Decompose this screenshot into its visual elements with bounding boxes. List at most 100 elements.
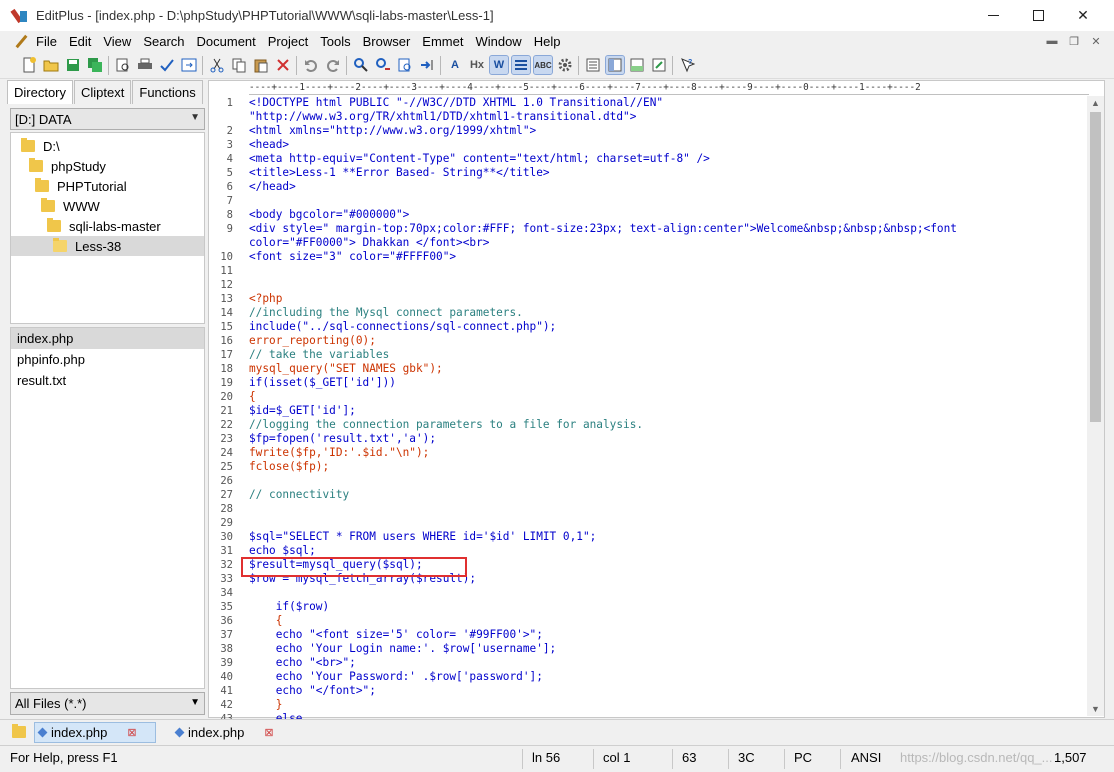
copy-icon[interactable] — [230, 56, 248, 74]
scroll-down-icon[interactable]: ▼ — [1091, 704, 1100, 714]
code-line[interactable]: color="#FF0000"> Dhakkan </font><br> — [249, 236, 489, 250]
cliptext-icon[interactable] — [584, 56, 602, 74]
menu-help[interactable]: Help — [528, 34, 567, 49]
drive-select[interactable]: [D:] DATA ▼ — [10, 108, 205, 130]
code-line[interactable]: fclose($fp); — [249, 460, 329, 474]
code-line[interactable]: mysql_query("SET NAMES gbk"); — [249, 362, 443, 376]
close-tab-icon[interactable]: ⊠ — [127, 726, 136, 739]
tree-item[interactable]: sqli-labs-master — [47, 216, 161, 236]
code-line[interactable]: { — [249, 390, 256, 404]
html-toolbar-icon[interactable]: Hx — [468, 56, 486, 74]
code-line[interactable]: error_reporting(0); — [249, 334, 376, 348]
code-editor[interactable]: ----+----1----+----2----+----3----+----4… — [208, 80, 1105, 725]
menu-edit[interactable]: Edit — [63, 34, 97, 49]
close-button[interactable]: ✕ — [1060, 0, 1106, 31]
maximize-button[interactable] — [1015, 0, 1061, 31]
code-line[interactable]: } — [249, 698, 283, 712]
tab-directory[interactable]: Directory — [7, 80, 74, 104]
tree-item-selected[interactable]: Less-38 — [11, 236, 204, 256]
save-icon[interactable] — [64, 56, 82, 74]
font-icon[interactable]: A — [446, 56, 464, 74]
code-line[interactable]: <title>Less-1 **Error Based- String**</t… — [249, 166, 550, 180]
mdi-restore-button[interactable]: ❐ — [1064, 33, 1084, 49]
code-line[interactable]: <!DOCTYPE html PUBLIC "-//W3C//DTD XHTML… — [249, 96, 663, 110]
file-item[interactable]: phpinfo.php — [11, 349, 204, 370]
code-line[interactable]: <meta http-equiv="Content-Type" content=… — [249, 152, 710, 166]
menu-tools[interactable]: Tools — [314, 34, 356, 49]
code-line[interactable]: //including the Mysql connect parameters… — [249, 306, 523, 320]
code-line[interactable]: //logging the connection parameters to a… — [249, 418, 643, 432]
code-line[interactable]: <head> — [249, 138, 289, 152]
doc-tab[interactable]: index.php ⊠ — [172, 722, 282, 743]
column-marker-icon[interactable]: ABC — [533, 55, 553, 75]
menu-browser[interactable]: Browser — [357, 34, 417, 49]
find-in-files-icon[interactable] — [396, 56, 414, 74]
code-line[interactable]: <font size="3" color="#FFFF00"> — [249, 250, 456, 264]
mdi-close-button[interactable]: ✕ — [1086, 33, 1106, 49]
code-line[interactable]: echo 'Your Password:' .$row['password']; — [249, 670, 543, 684]
code-line[interactable]: echo "</font>"; — [249, 684, 376, 698]
save-all-icon[interactable] — [86, 56, 104, 74]
menu-project[interactable]: Project — [262, 34, 314, 49]
code-line[interactable]: $id=$_GET['id']; — [249, 404, 356, 418]
menu-view[interactable]: View — [97, 34, 137, 49]
code-line[interactable]: echo "<br>"; — [249, 656, 356, 670]
tree-item[interactable]: PHPTutorial — [35, 176, 127, 196]
tab-functions[interactable]: Functions — [132, 80, 203, 104]
output-icon[interactable] — [628, 56, 646, 74]
goto-line-icon[interactable] — [418, 56, 436, 74]
code-line[interactable]: "http://www.w3.org/TR/xhtml1/DTD/xhtml1-… — [249, 110, 636, 124]
code-line[interactable]: fwrite($fp,'ID:'.$id."\n"); — [249, 446, 429, 460]
print-icon[interactable] — [136, 56, 154, 74]
code-line[interactable]: echo "<font size='5' color= '#99FF00'>"; — [249, 628, 543, 642]
file-item[interactable]: index.php — [11, 328, 204, 349]
menu-emmet[interactable]: Emmet — [416, 34, 469, 49]
open-icon[interactable] — [42, 56, 60, 74]
fullscreen-icon[interactable] — [650, 56, 668, 74]
code-line[interactable]: // take the variables — [249, 348, 389, 362]
directory-icon[interactable] — [605, 55, 625, 75]
replace-icon[interactable] — [374, 56, 392, 74]
code-line[interactable]: <html xmlns="http://www.w3.org/1999/xhtm… — [249, 124, 536, 138]
print-preview-icon[interactable] — [114, 56, 132, 74]
tree-item[interactable]: phpStudy — [29, 156, 106, 176]
undo-icon[interactable] — [302, 56, 320, 74]
cut-icon[interactable] — [208, 56, 226, 74]
code-line[interactable]: $fp=fopen('result.txt','a'); — [249, 432, 436, 446]
redo-icon[interactable] — [324, 56, 342, 74]
menu-window[interactable]: Window — [469, 34, 527, 49]
paste-icon[interactable] — [252, 56, 270, 74]
delete-icon[interactable] — [274, 56, 292, 74]
find-icon[interactable] — [352, 56, 370, 74]
mdi-minimize-button[interactable]: ▬ — [1042, 33, 1062, 49]
code-line[interactable]: if(isset($_GET['id'])) — [249, 376, 396, 390]
code-line[interactable]: $sql="SELECT * FROM users WHERE id='$id'… — [249, 530, 596, 544]
menu-document[interactable]: Document — [191, 34, 262, 49]
preferences-icon[interactable] — [556, 56, 574, 74]
code-line[interactable]: if($row) — [249, 600, 329, 614]
scroll-up-icon[interactable]: ▲ — [1091, 98, 1100, 108]
code-line[interactable]: <?php — [249, 292, 282, 306]
code-line[interactable]: echo $sql; — [249, 544, 316, 558]
scrollbar-thumb[interactable] — [1090, 112, 1101, 422]
tree-item[interactable]: WWW — [41, 196, 100, 216]
line-number-icon[interactable] — [511, 55, 531, 75]
file-item[interactable]: result.txt — [11, 370, 204, 391]
tree-item[interactable]: D:\ — [21, 136, 60, 156]
menu-search[interactable]: Search — [137, 34, 190, 49]
code-line[interactable]: include("../sql-connections/sql-connect.… — [249, 320, 556, 334]
tab-cliptext[interactable]: Cliptext — [74, 80, 132, 104]
code-line[interactable]: // connectivity — [249, 488, 349, 502]
code-line[interactable]: { — [249, 614, 283, 628]
browser-preview-icon[interactable] — [180, 56, 198, 74]
close-tab-icon[interactable]: ⊠ — [264, 726, 273, 739]
file-filter-select[interactable]: All Files (*.*) ▼ — [10, 692, 205, 715]
word-wrap-icon[interactable]: W — [489, 55, 509, 75]
doc-tab-active[interactable]: index.php ⊠ — [34, 722, 156, 743]
code-line[interactable]: <div style=" margin-top:70px;color:#FFF;… — [249, 222, 957, 236]
spell-check-icon[interactable] — [158, 56, 176, 74]
vertical-scrollbar[interactable]: ▲ ▼ — [1087, 96, 1104, 716]
minimize-button[interactable] — [970, 0, 1016, 31]
help-icon[interactable]: ? — [678, 56, 696, 74]
new-file-icon[interactable] — [20, 56, 38, 74]
